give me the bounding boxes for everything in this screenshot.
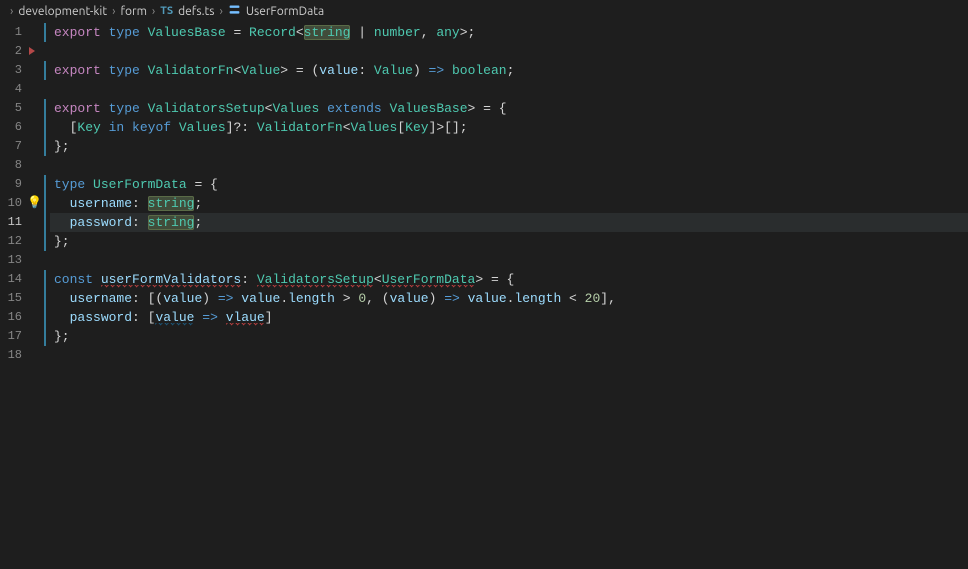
breadcrumb-item[interactable]: UserFormData [246, 5, 324, 18]
breadcrumb: › development-kit › form › TS defs.ts › … [0, 0, 968, 22]
line-number: 5 [0, 99, 26, 118]
breadcrumb-item[interactable]: defs.ts [178, 5, 214, 18]
line-number-gutter: 123456789101112131415161718 [0, 22, 26, 569]
line-number: 16 [0, 308, 26, 327]
line-number: 8 [0, 156, 26, 175]
chevron-right-icon: › [8, 5, 15, 18]
code-line[interactable] [50, 251, 968, 270]
interface-icon [228, 3, 241, 19]
code-line[interactable] [50, 156, 968, 175]
line-number: 17 [0, 327, 26, 346]
code-line[interactable] [50, 346, 968, 365]
line-number: 4 [0, 80, 26, 99]
chevron-right-icon: › [110, 5, 117, 18]
breadcrumb-item[interactable]: development-kit [18, 5, 107, 18]
glyph-margin: 💡 [26, 22, 44, 569]
line-number: 2 [0, 42, 26, 61]
code-line[interactable]: }; [50, 232, 968, 251]
code-editor[interactable]: 123456789101112131415161718 💡 export typ… [0, 22, 968, 569]
line-number: 12 [0, 232, 26, 251]
code-line[interactable]: const userFormValidators: ValidatorsSetu… [50, 270, 968, 289]
code-line[interactable]: type UserFormData = { [50, 175, 968, 194]
line-number: 6 [0, 118, 26, 137]
code-line[interactable]: [Key in keyof Values]?: ValidatorFn<Valu… [50, 118, 968, 137]
line-number: 1 [0, 23, 26, 42]
code-line[interactable]: }; [50, 137, 968, 156]
line-number: 13 [0, 251, 26, 270]
code-line[interactable]: username: [(value) => value.length > 0, … [50, 289, 968, 308]
error-glyph-icon [29, 47, 35, 55]
code-line[interactable]: }; [50, 327, 968, 346]
line-number: 9 [0, 175, 26, 194]
code-line[interactable]: password: string; [50, 213, 968, 232]
typescript-file-icon: TS [160, 5, 173, 17]
code-line[interactable]: export type ValidatorsSetup<Values exten… [50, 99, 968, 118]
chevron-right-icon: › [150, 5, 157, 18]
code-line[interactable] [50, 42, 968, 61]
breadcrumb-item[interactable]: form [120, 5, 146, 18]
line-number: 14 [0, 270, 26, 289]
line-number: 18 [0, 346, 26, 365]
code-line[interactable]: username: string; [50, 194, 968, 213]
line-number: 3 [0, 61, 26, 80]
code-line[interactable]: password: [value => vlaue] [50, 308, 968, 327]
code-line[interactable] [50, 80, 968, 99]
code-content[interactable]: export type ValuesBase = Record<string |… [50, 22, 968, 569]
line-number: 10 [0, 194, 26, 213]
line-number: 15 [0, 289, 26, 308]
code-line[interactable]: export type ValidatorFn<Value> = (value:… [50, 61, 968, 80]
line-number: 11 [0, 213, 26, 232]
line-number: 7 [0, 137, 26, 156]
chevron-right-icon: › [217, 5, 224, 18]
lightbulb-icon[interactable]: 💡 [27, 196, 42, 210]
code-line[interactable]: export type ValuesBase = Record<string |… [50, 23, 968, 42]
